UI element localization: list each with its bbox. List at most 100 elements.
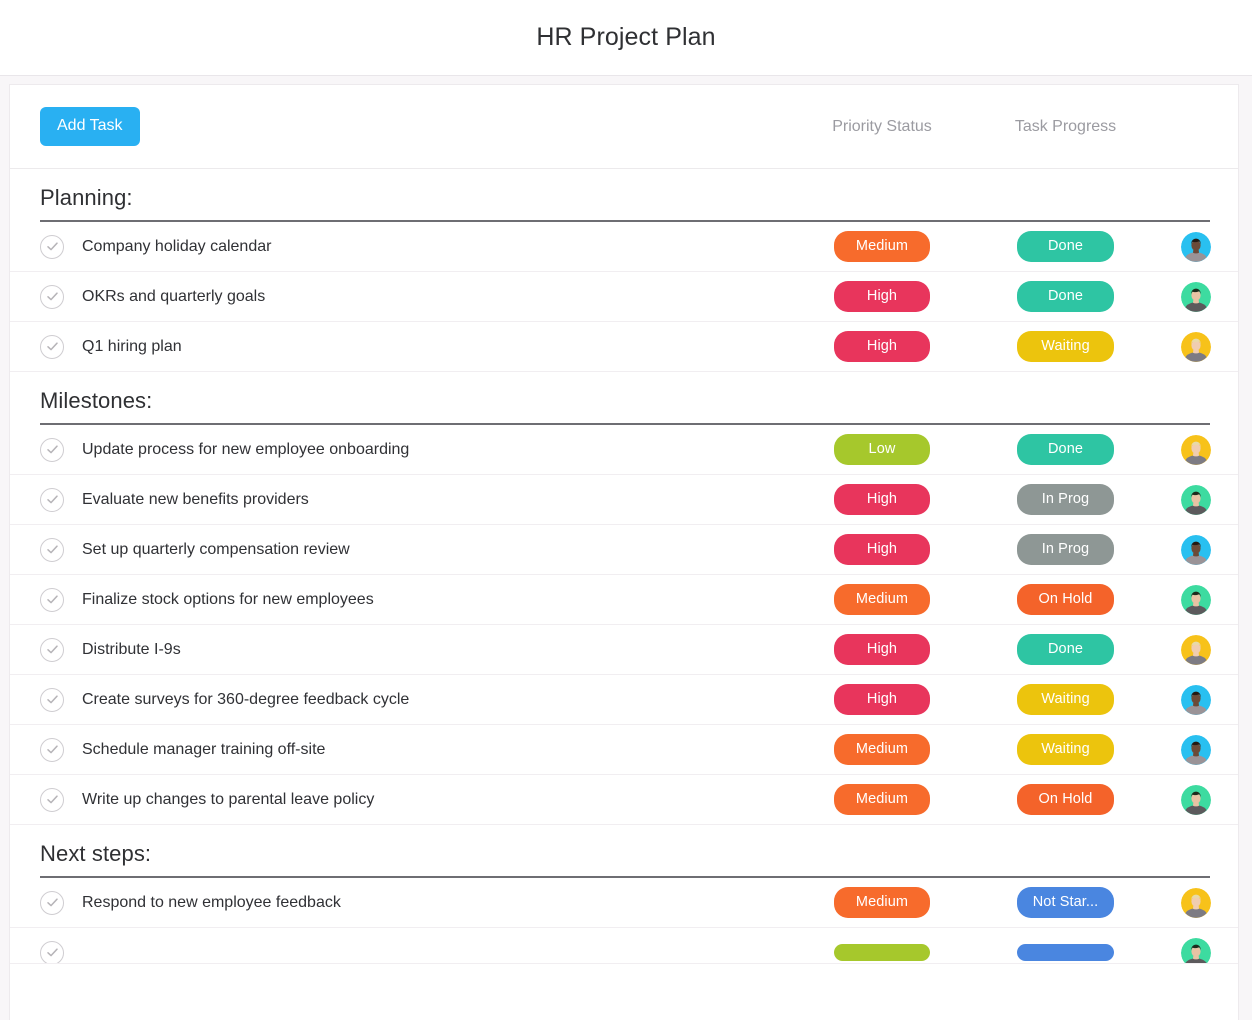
avatar[interactable] <box>1180 584 1211 615</box>
task-row[interactable] <box>10 928 1238 964</box>
task-row[interactable]: Set up quarterly compensation review High… <box>10 525 1238 575</box>
task-section: Milestones: Update process for new emplo… <box>10 372 1238 825</box>
task-name: Finalize stock options for new employees <box>82 590 374 608</box>
status-badge[interactable] <box>1017 944 1114 961</box>
board-card-wrapper: Add Task Priority Status Task Progress P… <box>0 76 1252 1020</box>
task-name: Create surveys for 360-degree feedback c… <box>82 690 410 708</box>
priority-badge[interactable]: Medium <box>834 583 930 616</box>
avatar[interactable] <box>1180 434 1211 465</box>
priority-cell: Medium <box>786 783 978 816</box>
task-checkbox-icon[interactable] <box>40 637 64 662</box>
status-badge[interactable]: On Hold <box>1017 583 1114 616</box>
priority-badge[interactable]: High <box>834 633 930 666</box>
priority-badge[interactable]: Medium <box>834 886 930 919</box>
status-badge[interactable]: On Hold <box>1017 783 1114 816</box>
priority-cell: High <box>786 633 978 666</box>
task-row[interactable]: Respond to new employee feedback Medium No… <box>10 878 1238 928</box>
avatar[interactable] <box>1180 281 1211 312</box>
task-row[interactable]: Write up changes to parental leave polic… <box>10 775 1238 825</box>
priority-cell: Medium <box>786 230 978 263</box>
section-header: Planning: <box>10 169 1238 220</box>
priority-cell: Medium <box>786 886 978 919</box>
priority-badge[interactable]: Low <box>834 433 930 466</box>
task-name: OKRs and quarterly goals <box>82 287 266 305</box>
task-checkbox-icon[interactable] <box>40 284 64 309</box>
task-row[interactable]: Schedule manager training off-site Medium… <box>10 725 1238 775</box>
status-badge[interactable]: In Prog <box>1017 483 1114 516</box>
priority-badge[interactable]: Medium <box>834 783 930 816</box>
avatar[interactable] <box>1180 331 1211 362</box>
priority-cell: Low <box>786 433 978 466</box>
assignee-cell <box>1153 281 1238 312</box>
task-row[interactable]: Create surveys for 360-degree feedback c… <box>10 675 1238 725</box>
task-row[interactable]: Update process for new employee onboardi… <box>10 425 1238 475</box>
priority-badge[interactable]: High <box>834 330 930 363</box>
task-checkbox-icon[interactable] <box>40 587 64 612</box>
avatar[interactable] <box>1180 734 1211 765</box>
priority-badge[interactable]: High <box>834 280 930 313</box>
priority-cell: High <box>786 533 978 566</box>
task-checkbox-icon[interactable] <box>40 537 64 562</box>
task-row[interactable]: Finalize stock options for new employees… <box>10 575 1238 625</box>
task-name: Respond to new employee feedback <box>82 893 341 911</box>
assignee-cell <box>1153 634 1238 665</box>
status-badge[interactable]: In Prog <box>1017 533 1114 566</box>
assignee-cell <box>1153 734 1238 765</box>
task-row[interactable]: Q1 hiring plan High Waiting <box>10 322 1238 372</box>
priority-badge[interactable]: Medium <box>834 230 930 263</box>
progress-cell: Done <box>978 433 1153 466</box>
progress-cell: Done <box>978 633 1153 666</box>
priority-cell: Medium <box>786 733 978 766</box>
avatar[interactable] <box>1180 887 1211 918</box>
column-header-priority-status: Priority Status <box>832 117 932 135</box>
priority-badge[interactable]: Medium <box>834 733 930 766</box>
status-badge[interactable]: Not Star... <box>1017 886 1114 919</box>
priority-badge[interactable]: High <box>834 683 930 716</box>
status-badge[interactable]: Done <box>1017 280 1114 313</box>
avatar[interactable] <box>1180 937 1211 963</box>
avatar[interactable] <box>1180 484 1211 515</box>
app-root: HR Project Plan Add Task Priority Status… <box>0 0 1252 1020</box>
assignee-cell <box>1153 887 1238 918</box>
task-section: Next steps: Respond to new employee feed… <box>10 825 1238 964</box>
task-checkbox-icon[interactable] <box>40 890 64 915</box>
task-name: Update process for new employee onboardi… <box>82 440 410 458</box>
avatar[interactable] <box>1180 634 1211 665</box>
task-checkbox-icon[interactable] <box>40 787 64 812</box>
task-checkbox-icon[interactable] <box>40 737 64 762</box>
priority-badge[interactable]: High <box>834 483 930 516</box>
add-task-button[interactable]: Add Task <box>40 107 140 146</box>
progress-cell: In Prog <box>978 483 1153 516</box>
task-name: Q1 hiring plan <box>82 337 182 355</box>
title-bar: HR Project Plan <box>0 0 1252 76</box>
status-badge[interactable]: Waiting <box>1017 330 1114 363</box>
status-badge[interactable]: Done <box>1017 433 1114 466</box>
assignee-cell <box>1153 534 1238 565</box>
task-checkbox-icon[interactable] <box>40 940 64 963</box>
priority-badge[interactable] <box>834 944 930 961</box>
avatar[interactable] <box>1180 231 1211 262</box>
assignee-cell <box>1153 928 1238 963</box>
task-checkbox-icon[interactable] <box>40 334 64 359</box>
status-badge[interactable]: Done <box>1017 633 1114 666</box>
task-row[interactable]: Evaluate new benefits providers High In Pr… <box>10 475 1238 525</box>
assignee-cell <box>1153 484 1238 515</box>
section-title: Next steps: <box>40 841 152 866</box>
status-badge[interactable]: Waiting <box>1017 683 1114 716</box>
priority-badge[interactable]: High <box>834 533 930 566</box>
task-checkbox-icon[interactable] <box>40 487 64 512</box>
avatar[interactable] <box>1180 784 1211 815</box>
avatar[interactable] <box>1180 534 1211 565</box>
task-row[interactable]: OKRs and quarterly goals High Done <box>10 272 1238 322</box>
section-header: Next steps: <box>10 825 1238 876</box>
status-badge[interactable]: Done <box>1017 230 1114 263</box>
task-checkbox-icon[interactable] <box>40 437 64 462</box>
task-checkbox-icon[interactable] <box>40 687 64 712</box>
avatar[interactable] <box>1180 684 1211 715</box>
task-checkbox-icon[interactable] <box>40 234 64 259</box>
assignee-cell <box>1153 331 1238 362</box>
task-name: Company holiday calendar <box>82 237 272 255</box>
task-row[interactable]: Company holiday calendar Medium Done <box>10 222 1238 272</box>
task-row[interactable]: Distribute I-9s High Done <box>10 625 1238 675</box>
status-badge[interactable]: Waiting <box>1017 733 1114 766</box>
